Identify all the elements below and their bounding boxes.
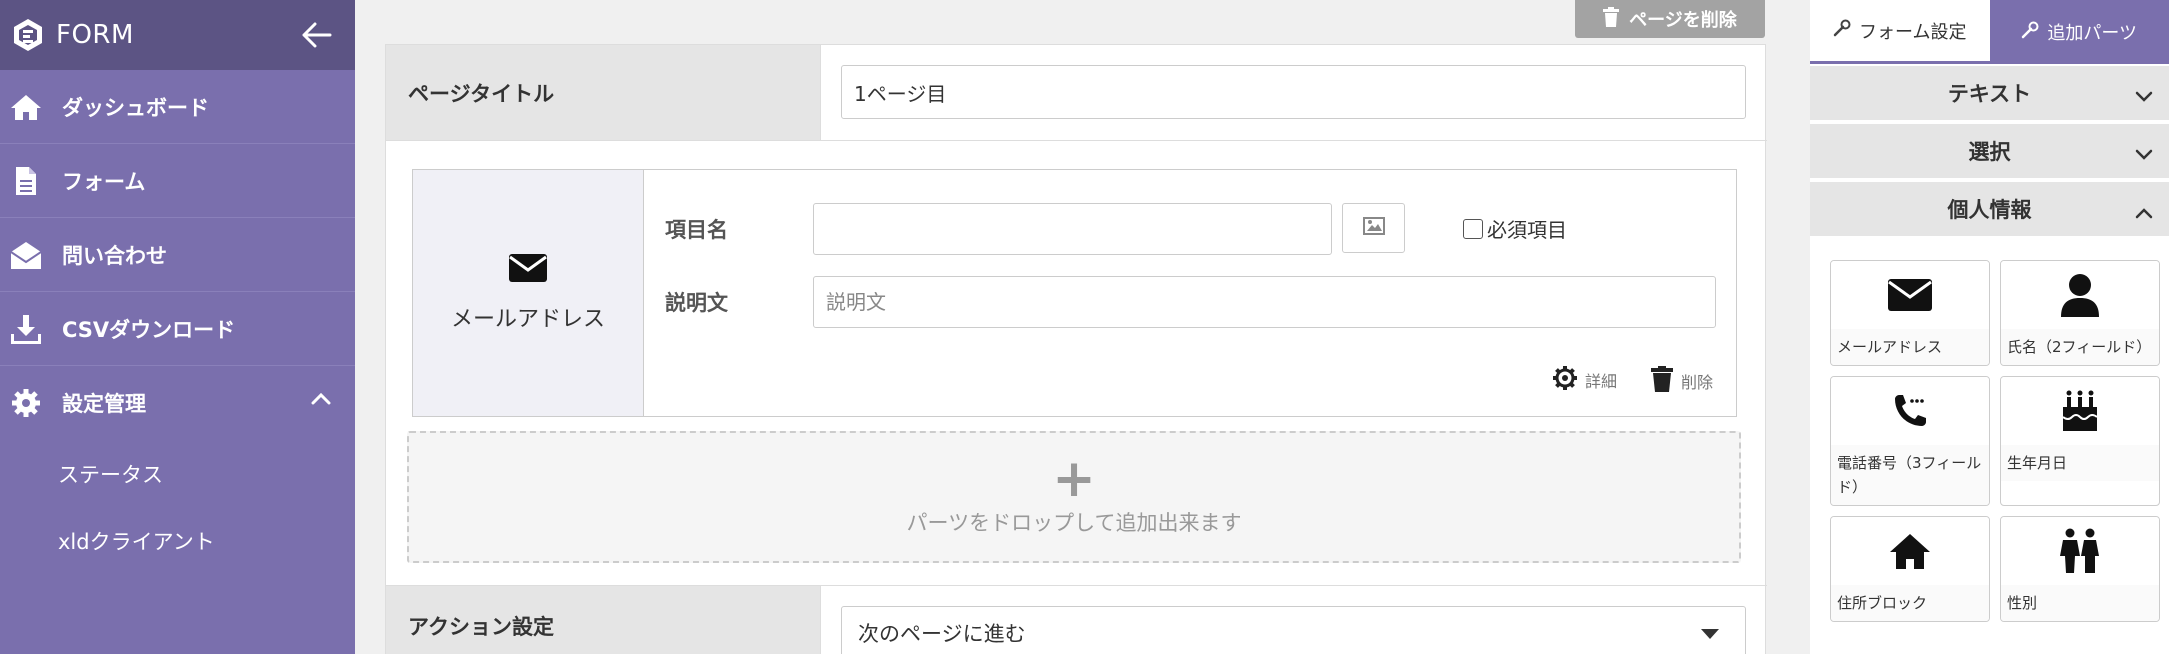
item-name-label: 項目名 (665, 218, 728, 242)
trash-icon (1603, 6, 1620, 32)
detail-button[interactable]: 詳細 (1553, 366, 1617, 394)
subnav-item-xld-client[interactable]: xldクライアント (0, 507, 355, 574)
envelope-icon (508, 253, 548, 287)
part-tile-label: 住所ブロック (1831, 585, 1989, 621)
collapse-sidebar-arrow-icon[interactable] (299, 17, 335, 53)
part-tile-label: 性別 (2001, 585, 2159, 621)
action-settings-label: アクション設定 (386, 585, 820, 654)
phone-icon (1831, 377, 1989, 445)
accordion-label: 選択 (1968, 140, 2011, 164)
detail-label: 詳細 (1585, 372, 1618, 391)
accordion-text[interactable]: テキスト (1810, 66, 2169, 122)
main-content: ページを削除 ページタイトル メールアドレス 項目名 必須項目 (355, 0, 1790, 654)
subnav-item-status[interactable]: ステータス (0, 440, 355, 507)
app-logo-icon (10, 17, 46, 53)
gear-icon (8, 385, 44, 421)
caret-down-icon (1701, 629, 1719, 639)
nav-item-form[interactable]: フォーム (0, 144, 355, 218)
app-brand: FORM (56, 20, 134, 50)
tab-label: 追加パーツ (2047, 23, 2138, 44)
action-select[interactable]: 次のページに進む (841, 606, 1746, 654)
nav-item-dashboard[interactable]: ダッシュボード (0, 70, 355, 144)
page-title-cell (820, 45, 1767, 141)
home-icon (1831, 517, 1989, 585)
form-part-email[interactable]: メールアドレス 項目名 必須項目 説明文 詳細 (412, 169, 1737, 417)
description-label: 説明文 (665, 291, 728, 315)
nav-label: 設定管理 (62, 392, 146, 416)
required-checkbox[interactable] (1463, 218, 1483, 239)
sidebar: FORM ダッシュボード フォーム 問い合わせ CSVダウンロード 設定管理 ス… (0, 0, 355, 654)
sidebar-header: FORM (0, 0, 355, 70)
page-panel: ページタイトル メールアドレス 項目名 必須項目 説明文 (385, 44, 1767, 654)
delete-label: 削除 (1681, 373, 1714, 392)
tab-additional-parts[interactable]: 追加パーツ (1989, 0, 2169, 64)
nav-item-csv-download[interactable]: CSVダウンロード (0, 292, 355, 366)
parts-panel: フォーム設定 追加パーツ テキスト 選択 個人情報 メールアドレス 氏名（2フィ… (1810, 0, 2179, 654)
required-label: 必須項目 (1487, 218, 1567, 242)
document-icon (8, 163, 44, 199)
item-name-input[interactable] (813, 203, 1332, 255)
nav-label: 問い合わせ (62, 243, 167, 268)
panel-tabs: フォーム設定 追加パーツ (1810, 0, 2169, 64)
drop-zone[interactable]: + パーツをドロップして追加出来ます (407, 431, 1741, 563)
accordion-label: 個人情報 (1947, 198, 2032, 222)
chevron-down-icon (2135, 142, 2153, 166)
cake-icon (2001, 377, 2159, 445)
accordion-label: テキスト (1947, 82, 2032, 106)
part-tile-label: 電話番号（3フィールド） (1831, 445, 1989, 505)
plus-icon: + (1052, 449, 1096, 509)
part-tile-gender[interactable]: 性別 (2000, 516, 2160, 622)
envelope-icon (1831, 261, 1989, 329)
part-type-cell[interactable]: メールアドレス (413, 170, 644, 416)
part-tile-phone[interactable]: 電話番号（3フィールド） (1830, 376, 1990, 506)
wrench-icon (1833, 19, 1851, 42)
tab-label: フォーム設定 (1859, 21, 1967, 43)
description-input[interactable] (813, 276, 1716, 328)
nav-label: フォーム (62, 169, 146, 194)
page-title-label: ページタイトル (386, 45, 820, 141)
required-checkbox-wrap[interactable]: 必須項目 (1463, 214, 1567, 243)
part-tile-label: メールアドレス (1831, 329, 1989, 365)
insert-image-button[interactable] (1342, 203, 1405, 253)
envelope-open-icon (8, 237, 44, 273)
action-settings-cell: 次のページに進む (820, 585, 1767, 654)
home-icon (8, 89, 44, 125)
gear-icon (1553, 366, 1577, 394)
gender-icon (2001, 517, 2159, 585)
delete-part-button[interactable]: 削除 (1651, 366, 1713, 396)
nav-item-inquiries[interactable]: 問い合わせ (0, 218, 355, 292)
delete-page-button[interactable]: ページを削除 (1575, 0, 1765, 38)
wrench-icon (2021, 21, 2039, 44)
nav-item-settings[interactable]: 設定管理 (0, 366, 355, 440)
action-select-value: 次のページに進む (858, 622, 1026, 646)
chevron-up-icon (311, 390, 331, 409)
accordion-personal-info[interactable]: 個人情報 (1810, 182, 2169, 238)
accordion-select[interactable]: 選択 (1810, 124, 2169, 180)
download-icon (8, 311, 44, 347)
part-tile-email[interactable]: メールアドレス (1830, 260, 1990, 366)
nav-label: ダッシュボード (62, 95, 209, 120)
nav-label: CSVダウンロード (62, 317, 236, 342)
drop-zone-text: パーツをドロップして追加出来ます (906, 511, 1242, 535)
tab-form-settings[interactable]: フォーム設定 (1810, 0, 1990, 64)
person-icon (2001, 261, 2159, 329)
part-tile-label: 氏名（2フィールド） (2001, 329, 2159, 365)
part-tile-address[interactable]: 住所ブロック (1830, 516, 1990, 622)
image-icon (1362, 217, 1385, 239)
chevron-up-icon (2135, 200, 2153, 224)
page-title-input[interactable] (841, 65, 1746, 119)
part-tile-label: 生年月日 (2001, 445, 2159, 481)
trash-icon (1651, 366, 1673, 396)
part-type-label: メールアドレス (450, 307, 605, 332)
part-tile-birthdate[interactable]: 生年月日 (2000, 376, 2160, 506)
delete-page-label: ページを削除 (1629, 10, 1737, 31)
part-tile-name[interactable]: 氏名（2フィールド） (2000, 260, 2160, 366)
chevron-down-icon (2135, 84, 2153, 108)
